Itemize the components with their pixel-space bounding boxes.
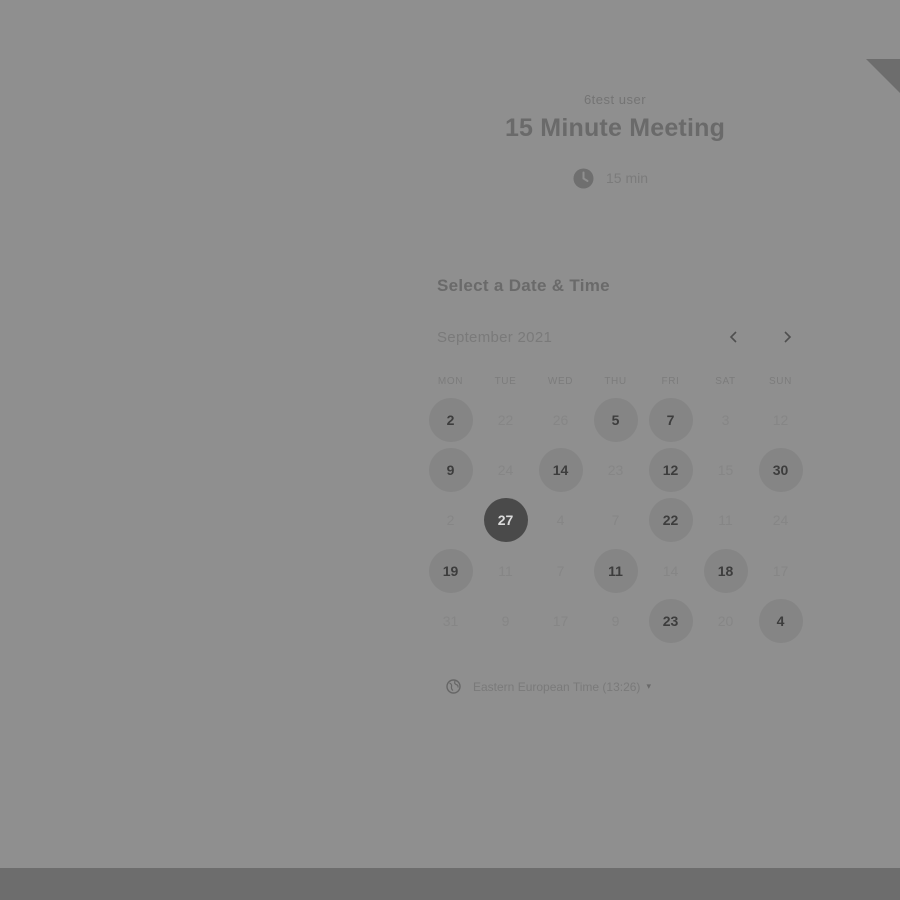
day-cell: 23 — [588, 445, 643, 495]
day-cell: 11 — [588, 546, 643, 596]
next-month-button[interactable] — [775, 325, 799, 349]
unavailable-day: 14 — [662, 562, 679, 579]
day-cell: 11 — [478, 546, 533, 596]
unavailable-day: 7 — [556, 562, 565, 579]
day-cell: 26 — [533, 395, 588, 445]
day-cell: 14 — [533, 445, 588, 495]
chevron-left-icon — [729, 331, 737, 343]
unavailable-day: 17 — [772, 562, 789, 579]
day-cell: 7 — [533, 546, 588, 596]
day-cell: 12 — [643, 445, 698, 495]
day-cell: 5 — [588, 395, 643, 445]
day-cell: 9 — [478, 596, 533, 646]
available-day-button[interactable]: 9 — [428, 448, 473, 493]
day-cell: 3 — [698, 395, 753, 445]
weekday-label: THU — [604, 376, 627, 387]
month-label: September 2021 — [437, 329, 553, 346]
unavailable-day: 9 — [611, 612, 620, 629]
previous-month-button[interactable] — [722, 325, 746, 349]
day-cell: 2 — [423, 495, 478, 545]
caret-down-icon: ▾ — [646, 681, 651, 691]
day-cell: 7 — [588, 495, 643, 545]
select-date-heading: Select a Date & Time — [437, 276, 610, 295]
unavailable-day: 22 — [497, 412, 514, 429]
day-cell: 15 — [698, 445, 753, 495]
day-cell: 9 — [588, 596, 643, 646]
day-cell: 23 — [643, 596, 698, 646]
day-cell: 7 — [643, 395, 698, 445]
day-cell: 19 — [423, 546, 478, 596]
available-day-button[interactable]: 18 — [703, 548, 748, 593]
day-cell: 30 — [753, 445, 808, 495]
unavailable-day: 24 — [772, 512, 789, 529]
weekday-label: WED — [547, 376, 574, 387]
timezone-selector[interactable]: Eastern European Time (13:26) ▾ — [446, 679, 651, 694]
day-cell: 4 — [533, 495, 588, 545]
unavailable-day: 9 — [501, 612, 510, 629]
available-day-button[interactable]: 19 — [428, 548, 473, 593]
day-cell: 24 — [753, 495, 808, 545]
unavailable-day: 4 — [556, 512, 565, 529]
meeting-duration: 15 min — [573, 168, 648, 188]
available-day-button[interactable]: 30 — [758, 448, 803, 493]
unavailable-day: 31 — [442, 612, 459, 629]
unavailable-day: 26 — [552, 412, 569, 429]
weekday-label: SAT — [715, 376, 736, 387]
booking-page: 6test user 15 Minute Meeting 15 min Sele… — [0, 0, 900, 900]
selected-day-button[interactable]: 27 — [483, 498, 528, 543]
unavailable-day: 24 — [497, 462, 514, 479]
unavailable-day: 20 — [717, 612, 734, 629]
weekday-header: MON TUE WED THU FRI SAT SUN — [423, 376, 808, 387]
day-cell: 2 — [423, 395, 478, 445]
day-cell: 11 — [698, 495, 753, 545]
host-name: 6test user — [583, 92, 647, 107]
available-day-button[interactable]: 12 — [648, 448, 693, 493]
duration-label: 15 min — [606, 170, 649, 186]
unavailable-day: 15 — [717, 462, 734, 479]
corner-ribbon — [866, 59, 900, 93]
weekday-label: SUN — [769, 376, 792, 387]
day-cell: 14 — [643, 546, 698, 596]
chevron-right-icon — [784, 331, 792, 343]
day-cell: 22 — [643, 495, 698, 545]
weekday-label: MON — [437, 376, 464, 387]
weekday-label: FRI — [661, 376, 680, 387]
unavailable-day: 2 — [446, 512, 455, 529]
unavailable-day: 7 — [611, 512, 620, 529]
unavailable-day: 12 — [772, 412, 789, 429]
unavailable-day: 23 — [607, 462, 624, 479]
unavailable-day: 17 — [552, 612, 569, 629]
unavailable-day: 11 — [498, 562, 513, 579]
day-cell: 18 — [698, 546, 753, 596]
meeting-title: 15 Minute Meeting — [504, 114, 726, 142]
day-cell: 27 — [478, 495, 533, 545]
unavailable-day: 11 — [718, 512, 733, 529]
available-day-button[interactable]: 4 — [758, 598, 803, 643]
available-day-button[interactable]: 23 — [648, 598, 693, 643]
bottom-bar — [0, 868, 900, 900]
day-cell: 24 — [478, 445, 533, 495]
day-cell: 17 — [753, 546, 808, 596]
calendar-days-grid: 2 22 26 5 7 3 12 9 24 14 23 12 15 30 2 27 4 7 22 11 24 19 11 7 1… — [423, 395, 808, 646]
available-day-button[interactable]: 11 — [593, 548, 638, 593]
available-day-button[interactable]: 22 — [648, 498, 693, 543]
day-cell: 31 — [423, 596, 478, 646]
timezone-label: Eastern European Time (13:26) — [473, 679, 641, 694]
weekday-label: TUE — [494, 376, 517, 387]
unavailable-day: 3 — [721, 412, 730, 429]
day-cell: 22 — [478, 395, 533, 445]
day-cell: 17 — [533, 596, 588, 646]
available-day-button[interactable]: 7 — [648, 398, 693, 443]
day-cell: 4 — [753, 596, 808, 646]
day-cell: 9 — [423, 445, 478, 495]
day-cell: 12 — [753, 395, 808, 445]
available-day-button[interactable]: 14 — [538, 448, 583, 493]
clock-icon — [573, 168, 594, 189]
available-day-button[interactable]: 5 — [593, 398, 638, 443]
day-cell: 20 — [698, 596, 753, 646]
available-day-button[interactable]: 2 — [428, 398, 473, 443]
globe-icon — [446, 679, 461, 694]
